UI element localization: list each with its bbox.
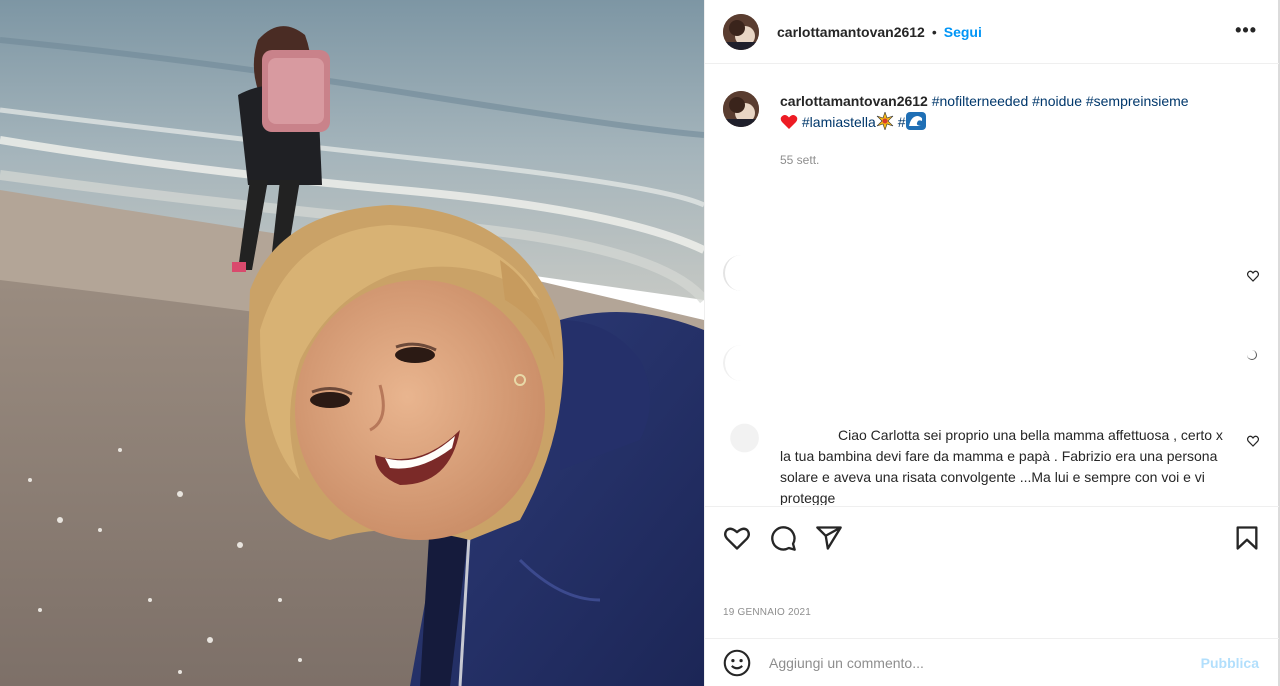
hashtag-hash[interactable]: # <box>898 114 906 130</box>
caption-hashtags[interactable]: #nofilterneeded #noidue #sempreinsieme <box>932 93 1189 109</box>
post-photo[interactable] <box>0 0 704 686</box>
heart-small-icon[interactable] <box>1247 270 1259 282</box>
heart-icon[interactable] <box>723 524 751 552</box>
comment-icon[interactable] <box>769 524 797 552</box>
separator-dot: • <box>931 23 937 40</box>
comment-text: Ciao Carlotta sei proprio una bella mamm… <box>780 425 1230 505</box>
share-icon[interactable] <box>815 524 843 552</box>
avatar-image <box>723 91 759 127</box>
comment-line1: Ciao Carlotta sei proprio una bella mamm… <box>838 427 1178 443</box>
avatar[interactable] <box>723 13 759 50</box>
bookmark-icon[interactable] <box>1233 524 1261 552</box>
add-comment-bar: Pubblica <box>705 638 1279 686</box>
comment-input[interactable] <box>769 654 1179 671</box>
username-link[interactable]: carlottamantovan2612 <box>777 24 925 40</box>
hashtag-lamiastella[interactable]: #lamiastella <box>802 114 876 130</box>
caption-text: carlottamantovan2612 #nofilterneeded #no… <box>780 91 1260 133</box>
heart-small-icon[interactable] <box>1247 435 1259 447</box>
loading-avatar <box>723 345 759 381</box>
more-icon[interactable]: ••• <box>1235 20 1257 41</box>
post-header: carlottamantovan2612 • Segui ••• <box>705 0 1279 64</box>
wave-emoji-icon <box>905 112 926 130</box>
post-side-panel: carlottamantovan2612 • Segui ••• carlott… <box>704 0 1280 686</box>
emoji-icon[interactable] <box>723 649 751 677</box>
post-dialog: carlottamantovan2612 • Segui ••• carlott… <box>0 0 1280 686</box>
comments-area[interactable]: carlottamantovan2612 #nofilterneeded #no… <box>705 65 1279 505</box>
post-date[interactable]: 19 GENNAIO 2021 <box>723 607 811 618</box>
loading-spinner-icon <box>1247 350 1257 360</box>
loading-avatar <box>723 255 759 291</box>
comment-avatar[interactable] <box>723 420 759 456</box>
caption-time: 55 sett. <box>780 153 820 167</box>
avatar-image <box>723 13 759 50</box>
caption-avatar[interactable] <box>723 91 759 127</box>
beach-selfie-image <box>0 0 704 686</box>
caption-username[interactable]: carlottamantovan2612 <box>780 93 928 109</box>
sparkle-emoji-icon <box>876 112 894 130</box>
follow-button[interactable]: Segui <box>944 24 982 40</box>
red-heart-emoji-icon <box>780 115 798 129</box>
publish-button[interactable]: Pubblica <box>1201 655 1259 671</box>
action-bar <box>705 506 1279 566</box>
